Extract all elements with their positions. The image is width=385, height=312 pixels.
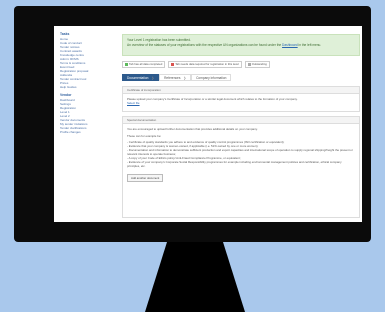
legend-label: Outstanding [251,62,267,66]
chevron-right-icon: ❯ [183,75,187,80]
certificate-panel: Certificate of incorporation Please uplo… [122,86,360,112]
registration-steps: Documentation ❯ References ❯ Company informa… [122,74,360,81]
banner-line-2: An overview of the statuses of your regi… [127,43,322,47]
status-dot-icon [125,62,128,66]
monitor-bezel: Tasks Home Code of conduct Tender notices C… [14,6,371,242]
example-item: - Documentation and information to demon… [127,148,353,156]
status-dot-icon [247,62,251,66]
sidebar-section-vendor: Vendor [60,93,72,97]
step-tab[interactable]: References ❯ [159,74,192,81]
step-tab[interactable]: Company information [191,74,232,81]
certificate-panel-header: Certificate of incorporation [123,87,359,94]
dashboard-link[interactable]: Dashboard [282,43,298,47]
example-item: - Evidence of your company's Corporate S… [127,160,342,168]
special-documentation-header: Special documentation [123,117,359,124]
monitor-stand [145,242,245,312]
special-documentation-panel: Special documentation You are encouraged… [122,116,360,218]
step-tab-label: References [164,75,181,80]
chevron-right-icon: ❯ [151,75,155,80]
sidebar: Tasks Home Code of conduct Tender notices C… [54,26,114,222]
step-tab-label: Company information [196,75,227,80]
step-tab[interactable]: Documentation ❯ [122,74,160,81]
legend-label: Tab needs data required for registration… [175,62,239,66]
examples-list: - Certificate of quality standards you a… [127,140,355,168]
sidebar-item[interactable]: Profile changes [60,130,114,134]
legend-item: Tab needs data required for registration… [168,60,242,68]
sidebar-list-vendor: Dashboard Settings Registration Level 1 Leve… [60,98,114,134]
sidebar-section-tasks: Tasks [60,32,70,36]
main-content: Your Level 1 registration has been submi… [114,28,360,222]
success-banner: Your Level 1 registration has been submi… [122,34,360,56]
tab-status-legend: Tab has all data completed Tab needs data… [122,60,270,68]
legend-item: Tab has all data completed [122,60,166,68]
status-dot-icon [171,62,175,66]
screen: Tasks Home Code of conduct Tender notices C… [54,26,362,222]
add-document-button[interactable]: Add another document [127,174,164,182]
sidebar-list-tasks: Home Code of conduct Tender notices Contrac… [60,37,114,89]
select-file-link[interactable]: Select file [127,101,355,105]
legend-item: Outstanding [244,60,270,68]
legend-label: Tab has all data completed [129,62,163,66]
step-tab-label: Documentation [127,75,149,80]
